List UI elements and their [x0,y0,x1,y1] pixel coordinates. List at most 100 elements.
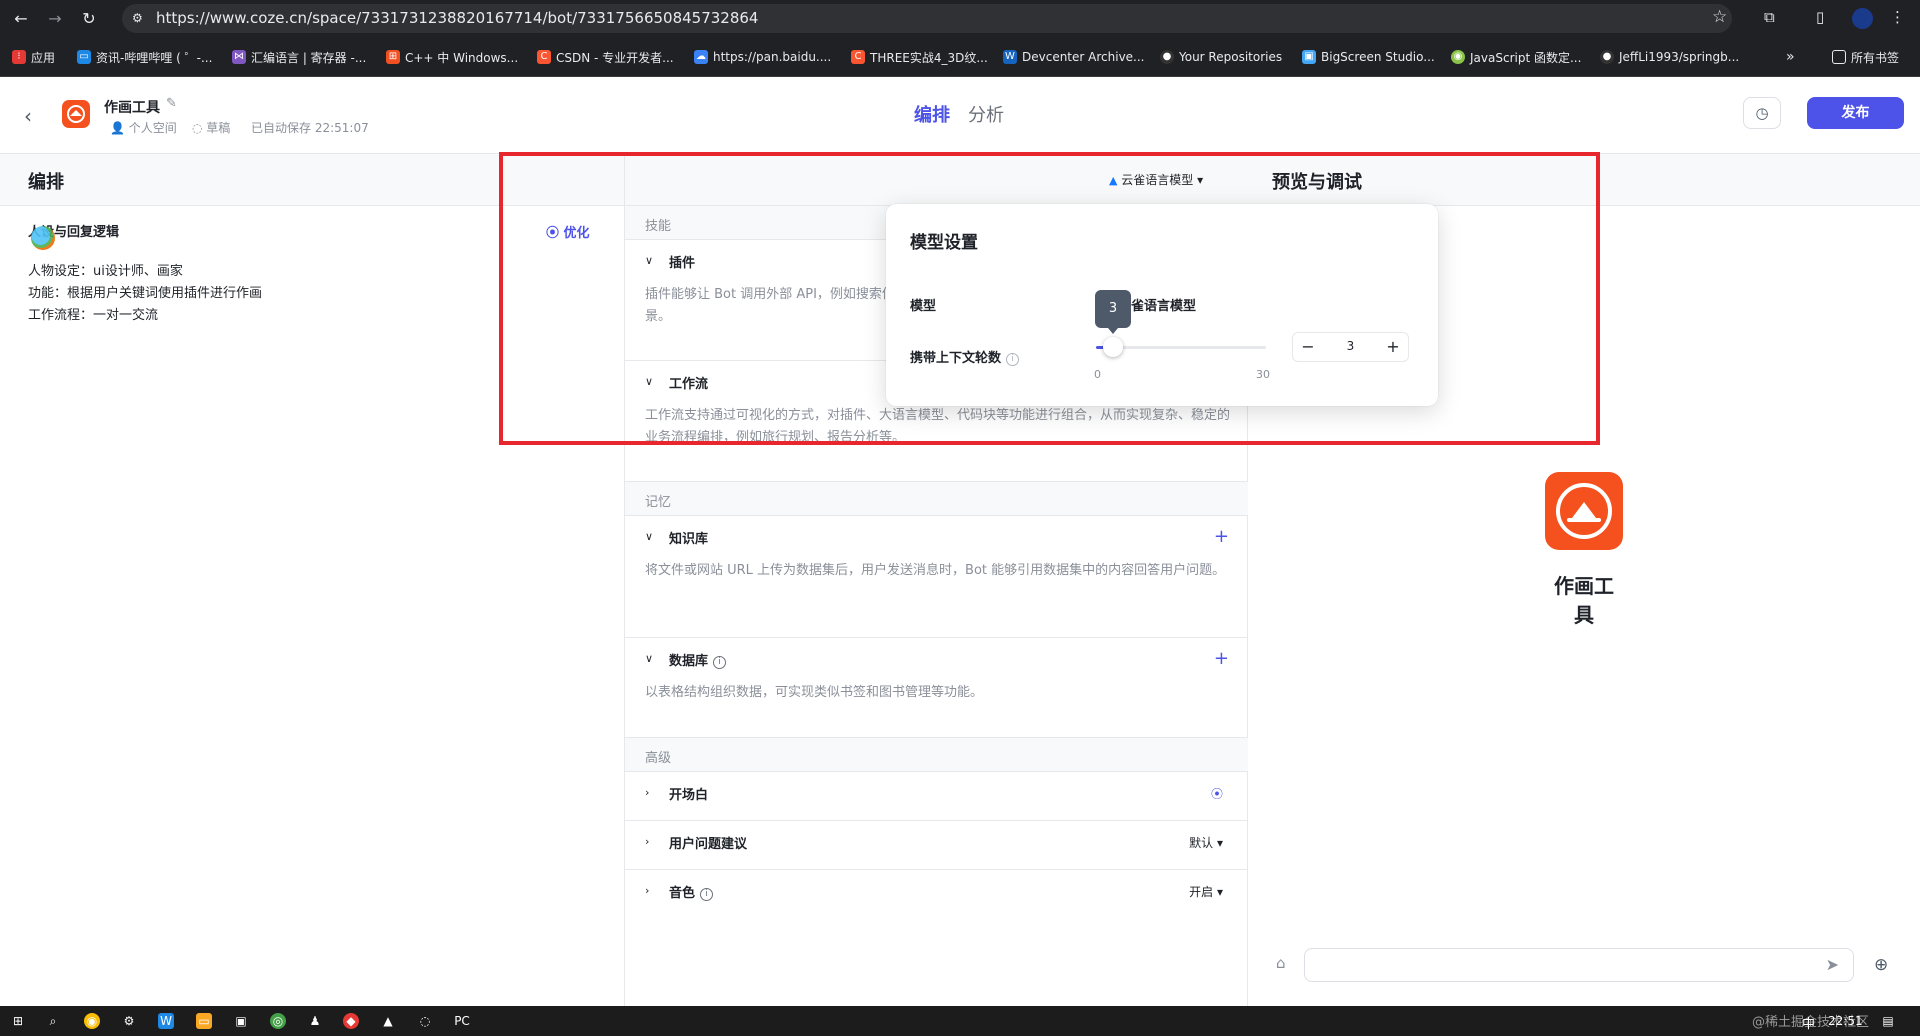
bot-logo [62,100,90,128]
bookmark-item[interactable]: C CSDN - 专业开发者... [537,48,674,66]
plus-circle-icon[interactable]: ⊕ [1874,955,1888,975]
webstorm-icon[interactable]: W [158,1013,174,1029]
edit-icon[interactable]: ✎ [166,96,177,111]
clock[interactable]: 22:51 [1828,1014,1863,1028]
chrome-icon[interactable]: ◉ [84,1013,100,1029]
suggest-section[interactable]: › 用户问题建议 默认 ▾ [625,821,1249,870]
bookmark-item[interactable]: C THREE实战4_3D纹... [851,48,988,66]
menu-dots-icon[interactable]: ⋮ [1890,8,1905,26]
window-icon[interactable]: ▣ [233,1013,249,1029]
bookmark-item[interactable]: ◉ JavaScript 函数定... [1451,48,1581,66]
send-icon[interactable]: ➤ [1826,955,1839,974]
extensions-icon[interactable]: ⧉ [1764,8,1775,26]
csdn-icon: C [537,50,551,64]
baidu-icon: ☁ [694,50,708,64]
bookmark-apps[interactable]: ⁝ 应用 [12,48,55,66]
apps-grid-icon: ⁝ [12,50,26,64]
vs-icon: ⋈ [232,50,246,64]
bigscreen-icon: ▣ [1302,50,1316,64]
bookmark-item[interactable]: ● Your Repositories [1160,48,1282,66]
info-icon[interactable]: i [713,656,727,669]
autosave-status: 已自动保存 22:51:07 [251,121,369,135]
ime-indicator[interactable]: 中 [1802,1013,1815,1032]
windows-icon: ⊞ [386,50,400,64]
chevron-right-icon: › [645,884,650,897]
address-bar[interactable]: ⚙ https://www.coze.cn/space/733173123882… [122,4,1732,33]
browser-toolbar: ← → ↻ ⚙ https://www.coze.cn/space/733173… [0,0,1920,37]
notification-icon[interactable]: ▤ [1880,1013,1896,1029]
bot-display-name: 作画工具 [1554,574,1614,627]
folder-icon [1832,50,1846,64]
bookmark-star-icon[interactable]: ☆ [1712,7,1727,27]
photos-icon[interactable]: ▲ [380,1013,396,1029]
persona-line[interactable]: 工作流程：一对一交流 [28,304,158,323]
draft-status: ◌ 草稿 [192,121,231,135]
side-panel-icon[interactable]: ▯ [1816,8,1824,26]
history-button[interactable]: ◷ [1743,97,1781,129]
windows-start-icon[interactable]: ⊞ [10,1013,26,1029]
all-bookmarks[interactable]: 所有书签 [1832,48,1899,66]
tv-icon: ▭ [77,50,91,64]
back-chevron-icon[interactable]: ‹ [24,104,32,128]
reload-icon[interactable]: ↻ [78,8,100,30]
voice-section[interactable]: › 音色 i 开启 ▾ [625,870,1249,919]
space-label: 👤 个人空间 [110,121,177,135]
github-icon: ● [1160,50,1174,64]
broom-icon[interactable]: ⌂ [1276,954,1286,972]
info-icon[interactable]: i [700,888,714,901]
ai-icon[interactable]: ⦿ [1211,785,1223,802]
annotation-highlight-box [499,152,1600,445]
site-info-icon[interactable]: ⚙ [132,10,148,26]
bookmark-item[interactable]: ⊞ C++ 中 Windows... [386,48,518,66]
csdn-icon: C [851,50,865,64]
tab-arrange[interactable]: 编排 [914,101,950,127]
taskbar: ⊞ ⌕ ◉ ⚙ W ▭ ▣ ◎ ♟ ◆ ▲ ◌ PC @稀土掘金技术社区 中 2… [0,1006,1920,1036]
w-logo-icon: W [1003,50,1017,64]
bookmark-item[interactable]: ☁ https://pan.baidu.... [694,48,831,66]
database-section[interactable]: ∨ 数据库 i + 以表格结构组织数据，可实现类似书签和图书管理等功能。 [625,638,1249,738]
bookmark-item[interactable]: ● JeffLi1993/springb... [1600,48,1739,66]
bookmark-item[interactable]: ▣ BigScreen Studio... [1302,48,1435,66]
persona-line[interactable]: 功能：根据用户关键词使用插件进行作画 [28,282,262,301]
settings-gear-icon[interactable]: ⚙ [121,1013,137,1029]
forward-arrow-icon[interactable]: → [44,8,66,30]
bookmark-item[interactable]: ⋈ 汇编语言 | 寄存器 -... [232,48,366,66]
voice-select[interactable]: 开启 ▾ [1189,883,1223,900]
tab-analyze[interactable]: 分析 [968,101,1004,127]
add-icon[interactable]: + [1214,648,1229,669]
qq-icon[interactable]: ♟ [307,1013,323,1029]
app-header: ‹ 作画工具 ✎ 👤 个人空间 ◌ 草稿 已自动保存 22:51:07 编排 分… [0,77,1920,154]
bookmark-item[interactable]: W Devcenter Archive... [1003,48,1145,66]
floating-avatar[interactable] [31,226,55,250]
add-icon[interactable]: + [1214,526,1229,547]
bookmarks-bar: ⁝ 应用 ▭ 资讯-哔哩哔哩 ( ゜-... ⋈ 汇编语言 | 寄存器 -... ⊞ C… [0,37,1920,77]
wechat-icon[interactable]: ◌ [417,1013,433,1029]
globe-icon: ◉ [1451,50,1465,64]
bookmarks-overflow-button[interactable]: » [1786,48,1795,66]
profile-avatar[interactable] [1852,8,1873,29]
search-icon[interactable]: ⌕ [45,1013,61,1029]
panel-title: 编排 [28,172,64,193]
section-header: 高级 [625,738,1249,772]
publish-button[interactable]: 发布 [1807,97,1904,129]
back-arrow-icon[interactable]: ← [10,8,32,30]
persona-line[interactable]: 人物设定：ui设计师、画家 [28,260,183,279]
chevron-right-icon: › [645,835,650,848]
bot-name: 作画工具 [104,100,160,116]
bot-avatar [1545,472,1623,550]
opening-section[interactable]: › 开场白 ⦿ [625,772,1249,821]
bookmark-item[interactable]: ▭ 资讯-哔哩哔哩 ( ゜-... [77,48,212,66]
file-explorer-icon[interactable]: ▭ [196,1013,212,1029]
app-icon[interactable]: ◆ [343,1013,359,1029]
knowledge-section[interactable]: ∨ 知识库 + 将文件或网站 URL 上传为数据集后，用户发送消息时，Bot 能… [625,516,1249,638]
section-header: 记忆 [625,482,1249,516]
chevron-right-icon: › [645,786,650,799]
github-icon: ● [1600,50,1614,64]
browser-icon[interactable]: ◎ [270,1013,286,1029]
chat-input[interactable]: ➤ [1304,948,1854,982]
suggest-select[interactable]: 默认 ▾ [1189,834,1223,851]
pycharm-icon[interactable]: PC [454,1013,470,1029]
chevron-down-icon: ∨ [645,530,654,543]
clock-icon: ◷ [1755,104,1769,122]
url-text[interactable]: https://www.coze.cn/space/73317312388201… [156,9,758,28]
